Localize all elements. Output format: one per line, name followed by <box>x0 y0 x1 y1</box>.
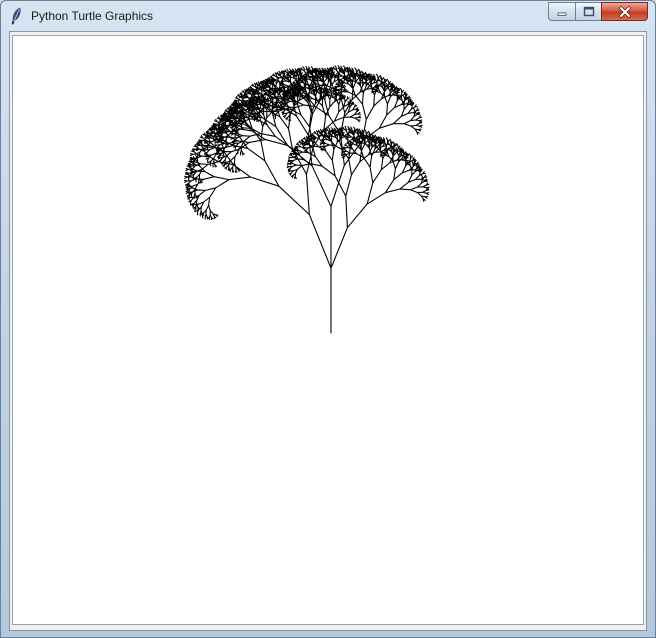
fractal-tree-drawing <box>183 65 430 334</box>
window-title: Python Turtle Graphics <box>31 9 154 23</box>
turtle-canvas[interactable] <box>12 35 644 625</box>
title-bar[interactable]: Python Turtle Graphics <box>1 1 655 31</box>
close-button[interactable] <box>601 2 648 21</box>
maximize-button[interactable] <box>575 2 602 21</box>
minimize-icon <box>557 12 567 16</box>
maximize-icon <box>583 6 594 17</box>
minimize-button[interactable] <box>548 2 576 21</box>
feather-icon <box>9 7 25 25</box>
close-icon <box>618 5 631 18</box>
tree-branches <box>183 65 430 334</box>
